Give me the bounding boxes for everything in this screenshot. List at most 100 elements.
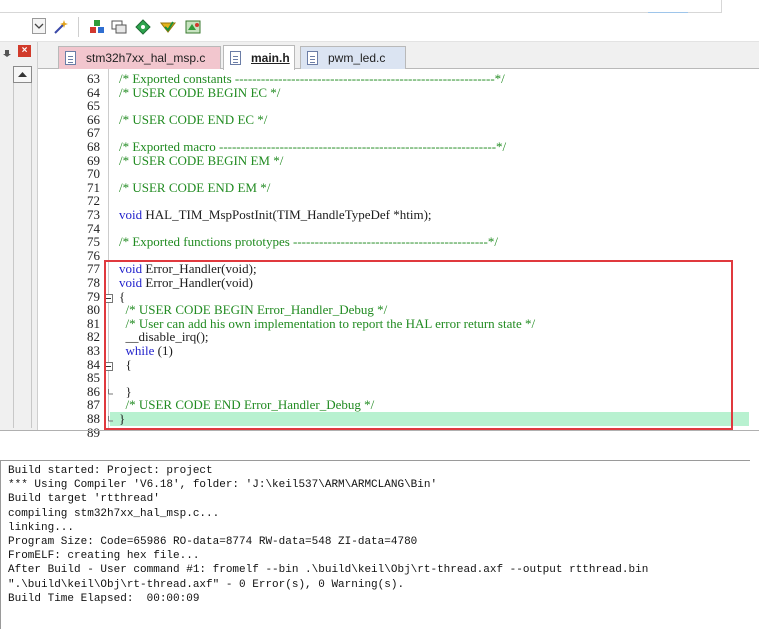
build-output-line: linking...: [8, 521, 75, 534]
code-line[interactable]: 76: [38, 249, 750, 263]
line-number: 84: [87, 356, 100, 372]
line-number: 83: [87, 343, 100, 358]
tab-label: main.h: [251, 51, 290, 65]
code-text: __disable_irq();: [119, 330, 209, 344]
line-number: 70: [87, 166, 100, 182]
code-keyword: void: [119, 207, 143, 222]
build-output-line: ".\build\keil\Obj\rt-thread.axf" - 0 Err…: [8, 578, 405, 591]
build-output-line: Build started: Project: project: [8, 465, 213, 477]
code-text: /* Exported functions prototypes -------…: [119, 235, 498, 249]
code-line[interactable]: 89: [38, 424, 750, 440]
tab-stm32h7xx-hal-msp[interactable]: stm32h7xx_hal_msp.c: [58, 46, 221, 69]
build-output-line: Build target 'rtthread': [8, 493, 160, 506]
line-number: 68: [87, 139, 100, 154]
code-line[interactable]: 71 /* USER CODE END EM */: [38, 179, 750, 195]
code-comment: /* Exported functions prototypes -------…: [119, 234, 498, 250]
code-line[interactable]: 65: [38, 99, 750, 113]
code-text: /* USER CODE END Error_Handler_Debug */: [119, 397, 375, 413]
tab-main-h[interactable]: main.h: [223, 45, 295, 70]
line-number: 71: [87, 179, 100, 195]
code-line[interactable]: 69 /* USER CODE BEGIN EM */: [38, 153, 750, 168]
debug-arrow-icon[interactable]: [159, 18, 177, 36]
toolbar-accent-line: [648, 12, 688, 13]
code-text: /* Exported macro ----------------------…: [119, 140, 506, 154]
line-number: 87: [87, 397, 100, 413]
code-line[interactable]: 88}: [38, 412, 750, 426]
code-line[interactable]: 85: [38, 371, 750, 385]
code-comment: /* USER CODE END EC */: [119, 111, 268, 127]
code-line[interactable]: 70: [38, 167, 750, 181]
code-line[interactable]: 63 /* Exported constants ----------------…: [38, 72, 750, 86]
code-line[interactable]: 78 void Error_Handler(void): [38, 276, 750, 290]
translate-icon[interactable]: [184, 18, 202, 36]
code-text: {: [119, 357, 132, 372]
code-line[interactable]: 73 void HAL_TIM_MspPostInit(TIM_HandleTyp…: [38, 208, 750, 222]
code-text: /* USER CODE BEGIN Error_Handler_Debug *…: [119, 303, 388, 317]
code-comment: /* USER CODE END Error_Handler_Debug */: [119, 397, 375, 413]
line-number: 67: [87, 125, 100, 141]
code-text: /* Exported constants ------------------…: [119, 72, 505, 86]
wand-icon[interactable]: [52, 18, 70, 36]
code-line[interactable]: 86 }: [38, 383, 750, 399]
fold-end-icon: [104, 414, 113, 423]
build-target-icon[interactable]: [88, 18, 106, 36]
build-output-line: After Build - User command #1: fromelf -…: [8, 564, 649, 577]
code-text: while (1): [119, 344, 173, 358]
code-text: /* USER CODE END EC */: [119, 111, 268, 127]
pin-icon[interactable]: [2, 46, 12, 57]
green-diamond-icon[interactable]: [134, 18, 152, 36]
code-line[interactable]: 66 /* USER CODE END EC */: [38, 111, 750, 127]
left-panel-strip: ×: [0, 42, 38, 430]
code-line[interactable]: 87 /* USER CODE END Error_Handler_Debug …: [38, 398, 750, 412]
fold-collapse-icon[interactable]: [104, 292, 113, 303]
vertical-scrollbar[interactable]: [13, 83, 32, 428]
code-line[interactable]: 64 /* USER CODE BEGIN EC */: [38, 84, 750, 100]
code-line[interactable]: 80 /* USER CODE BEGIN Error_Handler_Debu…: [38, 303, 750, 317]
code-token: (1): [154, 343, 173, 358]
toolbar: [0, 0, 759, 42]
code-line[interactable]: 68 /* Exported macro --------------------…: [38, 140, 750, 154]
tab-pwm-led[interactable]: pwm_led.c: [300, 46, 406, 69]
code-line[interactable]: 81 /* User can add his own implementatio…: [38, 315, 750, 331]
line-number: 75: [87, 234, 100, 250]
code-token: Error_Handler(void): [142, 275, 253, 290]
line-number: 72: [87, 193, 100, 209]
line-number: 89: [87, 424, 100, 440]
code-line[interactable]: 75 /* Exported functions prototypes -----…: [38, 235, 750, 249]
code-line[interactable]: 77 void Error_Handler(void);: [38, 262, 750, 276]
close-icon[interactable]: ×: [18, 45, 31, 57]
editor-bottom-border: [0, 430, 759, 431]
toolbar-divider-end: [721, 0, 722, 13]
fold-end-icon: [104, 387, 113, 396]
code-line[interactable]: 82 __disable_irq();: [38, 330, 750, 344]
scroll-up-button[interactable]: [13, 66, 32, 83]
fold-collapse-icon[interactable]: [104, 360, 113, 371]
build-output-line: compiling stm32h7xx_hal_msp.c...: [8, 507, 220, 520]
build-output-panel[interactable]: Build started: Project: project *** Using…: [0, 460, 750, 629]
code-text: /* USER CODE BEGIN EC */: [119, 85, 280, 100]
tab-label: stm32h7xx_hal_msp.c: [86, 51, 206, 65]
line-number: 86: [87, 383, 100, 399]
line-number: 82: [87, 329, 100, 345]
code-text: void Error_Handler(void): [119, 276, 253, 290]
dropdown-icon[interactable]: [32, 18, 46, 34]
line-number: 81: [87, 315, 100, 331]
code-line[interactable]: 72: [38, 194, 750, 208]
build-output-line: Program Size: Code=65986 RO-data=8774 RW…: [8, 536, 418, 548]
build-output-line: Build Time Elapsed: 00:00:09: [8, 592, 200, 605]
line-number: 64: [87, 84, 100, 100]
window-layout-icon[interactable]: [110, 18, 128, 36]
code-line[interactable]: 84 {: [38, 356, 750, 372]
editor-tab-bar: stm32h7xx_hal_msp.c main.h pwm_led.c: [38, 42, 759, 70]
code-text: void HAL_TIM_MspPostInit(TIM_HandleTypeD…: [119, 208, 432, 222]
code-line[interactable]: 79 {: [38, 289, 750, 304]
line-number: 78: [87, 275, 100, 290]
code-line[interactable]: 74: [38, 221, 750, 236]
line-number: 77: [87, 261, 100, 277]
line-number: 88: [87, 411, 100, 426]
code-line[interactable]: 83 while (1): [38, 344, 750, 358]
line-number: 63: [87, 71, 100, 86]
code-line[interactable]: 67: [38, 126, 750, 140]
build-output-line: *** Using Compiler 'V6.18', folder: 'J:\…: [8, 479, 438, 492]
code-text: /* USER CODE BEGIN EM */: [119, 153, 283, 168]
